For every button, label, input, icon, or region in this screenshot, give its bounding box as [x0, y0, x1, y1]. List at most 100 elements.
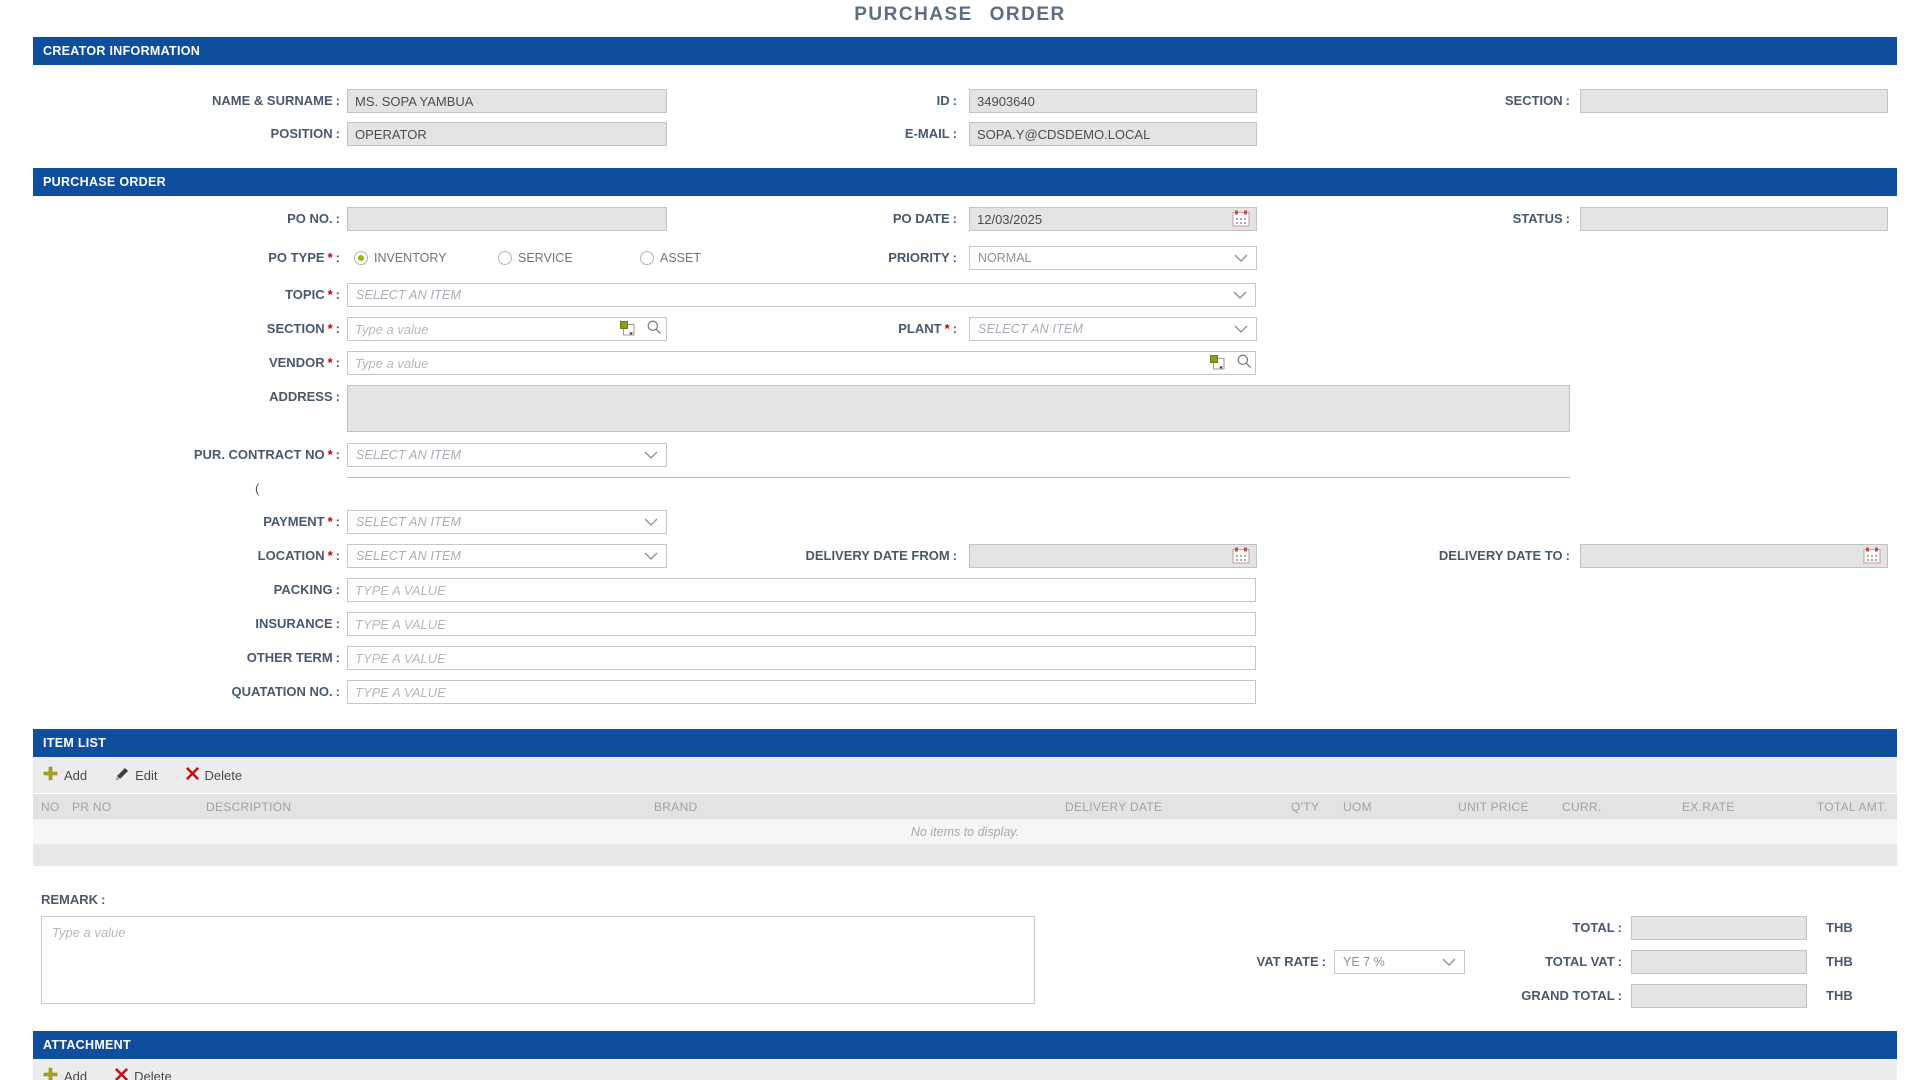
chevron-down-icon — [644, 451, 658, 459]
contract-label: PUR. CONTRACT NO*: — [40, 443, 340, 467]
remark-textarea[interactable] — [41, 916, 1035, 1004]
add-button[interactable]: Add — [43, 766, 87, 784]
radio-option-inventory[interactable]: INVENTORY — [354, 251, 446, 265]
column-header: NO — [41, 800, 72, 814]
column-header: DELIVERY DATE — [1065, 800, 1291, 814]
radio-asset-icon[interactable] — [640, 251, 654, 265]
page-title: PURCHASE ORDER — [0, 4, 1920, 26]
topic-label: TOPIC*: — [40, 283, 340, 307]
calendar-icon[interactable] — [1232, 547, 1250, 564]
packing-input[interactable] — [347, 578, 1256, 602]
packing-label: PACKING: — [40, 578, 340, 602]
paren-text: ( — [255, 481, 259, 496]
topic-select[interactable]: SELECT AN ITEM — [347, 283, 1256, 307]
calendar-icon[interactable] — [1232, 210, 1250, 227]
delete-x-icon — [115, 1068, 128, 1080]
search-icon[interactable] — [1236, 353, 1252, 369]
item-list-empty-row: No items to display. — [33, 819, 1897, 844]
add-icon — [43, 766, 58, 784]
email-label: E-MAIL: — [700, 122, 957, 146]
chevron-down-icon — [644, 552, 658, 560]
total-field — [1631, 916, 1807, 940]
column-header: PR NO — [72, 800, 206, 814]
payment-select[interactable]: SELECT AN ITEM — [347, 510, 667, 534]
currency-label: THB — [1826, 984, 1853, 1008]
other-term-input[interactable] — [347, 646, 1256, 670]
calendar-icon[interactable] — [1863, 547, 1881, 564]
column-header: EX.RATE — [1682, 800, 1813, 814]
priority-select[interactable]: NORMAL — [969, 246, 1257, 270]
currency-label: THB — [1826, 950, 1853, 974]
column-header: UOM — [1343, 800, 1458, 814]
location-label: LOCATION*: — [40, 544, 340, 568]
radio-option-service[interactable]: SERVICE — [498, 251, 573, 265]
po-no-field — [347, 207, 667, 231]
attachment-toolbar: Add Delete — [33, 1059, 1897, 1080]
po-type-label: PO TYPE*: — [40, 246, 340, 270]
creator-section-header: CREATOR INFORMATION — [33, 37, 1897, 65]
address-field — [347, 385, 1570, 432]
plant-label: PLANT*: — [700, 317, 957, 341]
section-divider — [347, 477, 1570, 478]
add-icon — [43, 1067, 58, 1080]
position-field — [347, 122, 667, 146]
total-vat-field — [1631, 950, 1807, 974]
grand-total-label: GRAND TOTAL: — [1420, 984, 1622, 1008]
edit-pencil-icon — [115, 767, 129, 784]
radio-inventory-icon[interactable] — [354, 251, 368, 265]
name-surname-field — [347, 89, 667, 113]
radio-service-icon[interactable] — [498, 251, 512, 265]
empty-state-text: No items to display. — [911, 825, 1019, 839]
address-label: ADDRESS: — [40, 385, 340, 409]
insurance-label: INSURANCE: — [40, 612, 340, 636]
id-field — [969, 89, 1257, 113]
id-label: ID: — [700, 89, 957, 113]
chevron-down-icon — [1234, 325, 1248, 333]
add-button[interactable]: Add — [43, 1067, 87, 1080]
email-field — [969, 122, 1257, 146]
radio-option-asset[interactable]: ASSET — [640, 251, 701, 265]
column-header: TOTAL AMT. — [1813, 800, 1897, 814]
status-label: STATUS: — [1300, 207, 1570, 231]
insurance-input[interactable] — [347, 612, 1256, 636]
other-term-label: OTHER TERM: — [40, 646, 340, 670]
total-vat-label: TOTAL VAT: — [1420, 950, 1622, 974]
po-section-header: PURCHASE ORDER — [33, 168, 1897, 196]
quotation-label: QUATATION NO.: — [40, 680, 340, 704]
item-list-toolbar: Add Edit Delete — [33, 757, 1897, 793]
chevron-down-icon — [1234, 254, 1248, 262]
section-lookup-input[interactable] — [347, 317, 667, 341]
attachment-section-header: ATTACHMENT — [33, 1031, 1897, 1059]
creator-section-label: SECTION: — [1300, 89, 1570, 113]
position-label: POSITION: — [40, 122, 340, 146]
po-date-field — [969, 207, 1257, 231]
column-header: CURR. — [1562, 800, 1682, 814]
po-date-label: PO DATE: — [700, 207, 957, 231]
chevron-down-icon — [644, 518, 658, 526]
lookup-grid-icon[interactable] — [620, 321, 635, 336]
status-field — [1580, 207, 1888, 231]
vendor-lookup-input[interactable] — [347, 351, 1256, 375]
search-icon[interactable] — [646, 319, 662, 335]
delete-button[interactable]: Delete — [186, 767, 243, 783]
delete-x-icon — [186, 767, 199, 783]
vendor-label: VENDOR*: — [40, 351, 340, 375]
payment-label: PAYMENT*: — [40, 510, 340, 534]
contract-select[interactable]: SELECT AN ITEM — [347, 443, 667, 467]
grand-total-field — [1631, 984, 1807, 1008]
plant-select[interactable]: SELECT AN ITEM — [969, 317, 1257, 341]
creator-section-field — [1580, 89, 1888, 113]
column-header: Q'TY — [1291, 800, 1343, 814]
column-header: UNIT PRICE — [1458, 800, 1562, 814]
delivery-to-field — [1580, 544, 1888, 568]
delete-button[interactable]: Delete — [115, 1068, 172, 1080]
currency-label: THB — [1826, 916, 1853, 940]
priority-label: PRIORITY: — [700, 246, 957, 270]
column-header: BRAND — [654, 800, 1065, 814]
total-label: TOTAL: — [1420, 916, 1622, 940]
edit-button[interactable]: Edit — [115, 767, 157, 784]
location-select[interactable]: SELECT AN ITEM — [347, 544, 667, 568]
name-surname-label: NAME & SURNAME: — [40, 89, 340, 113]
lookup-grid-icon[interactable] — [1210, 355, 1225, 370]
quotation-input[interactable] — [347, 680, 1256, 704]
